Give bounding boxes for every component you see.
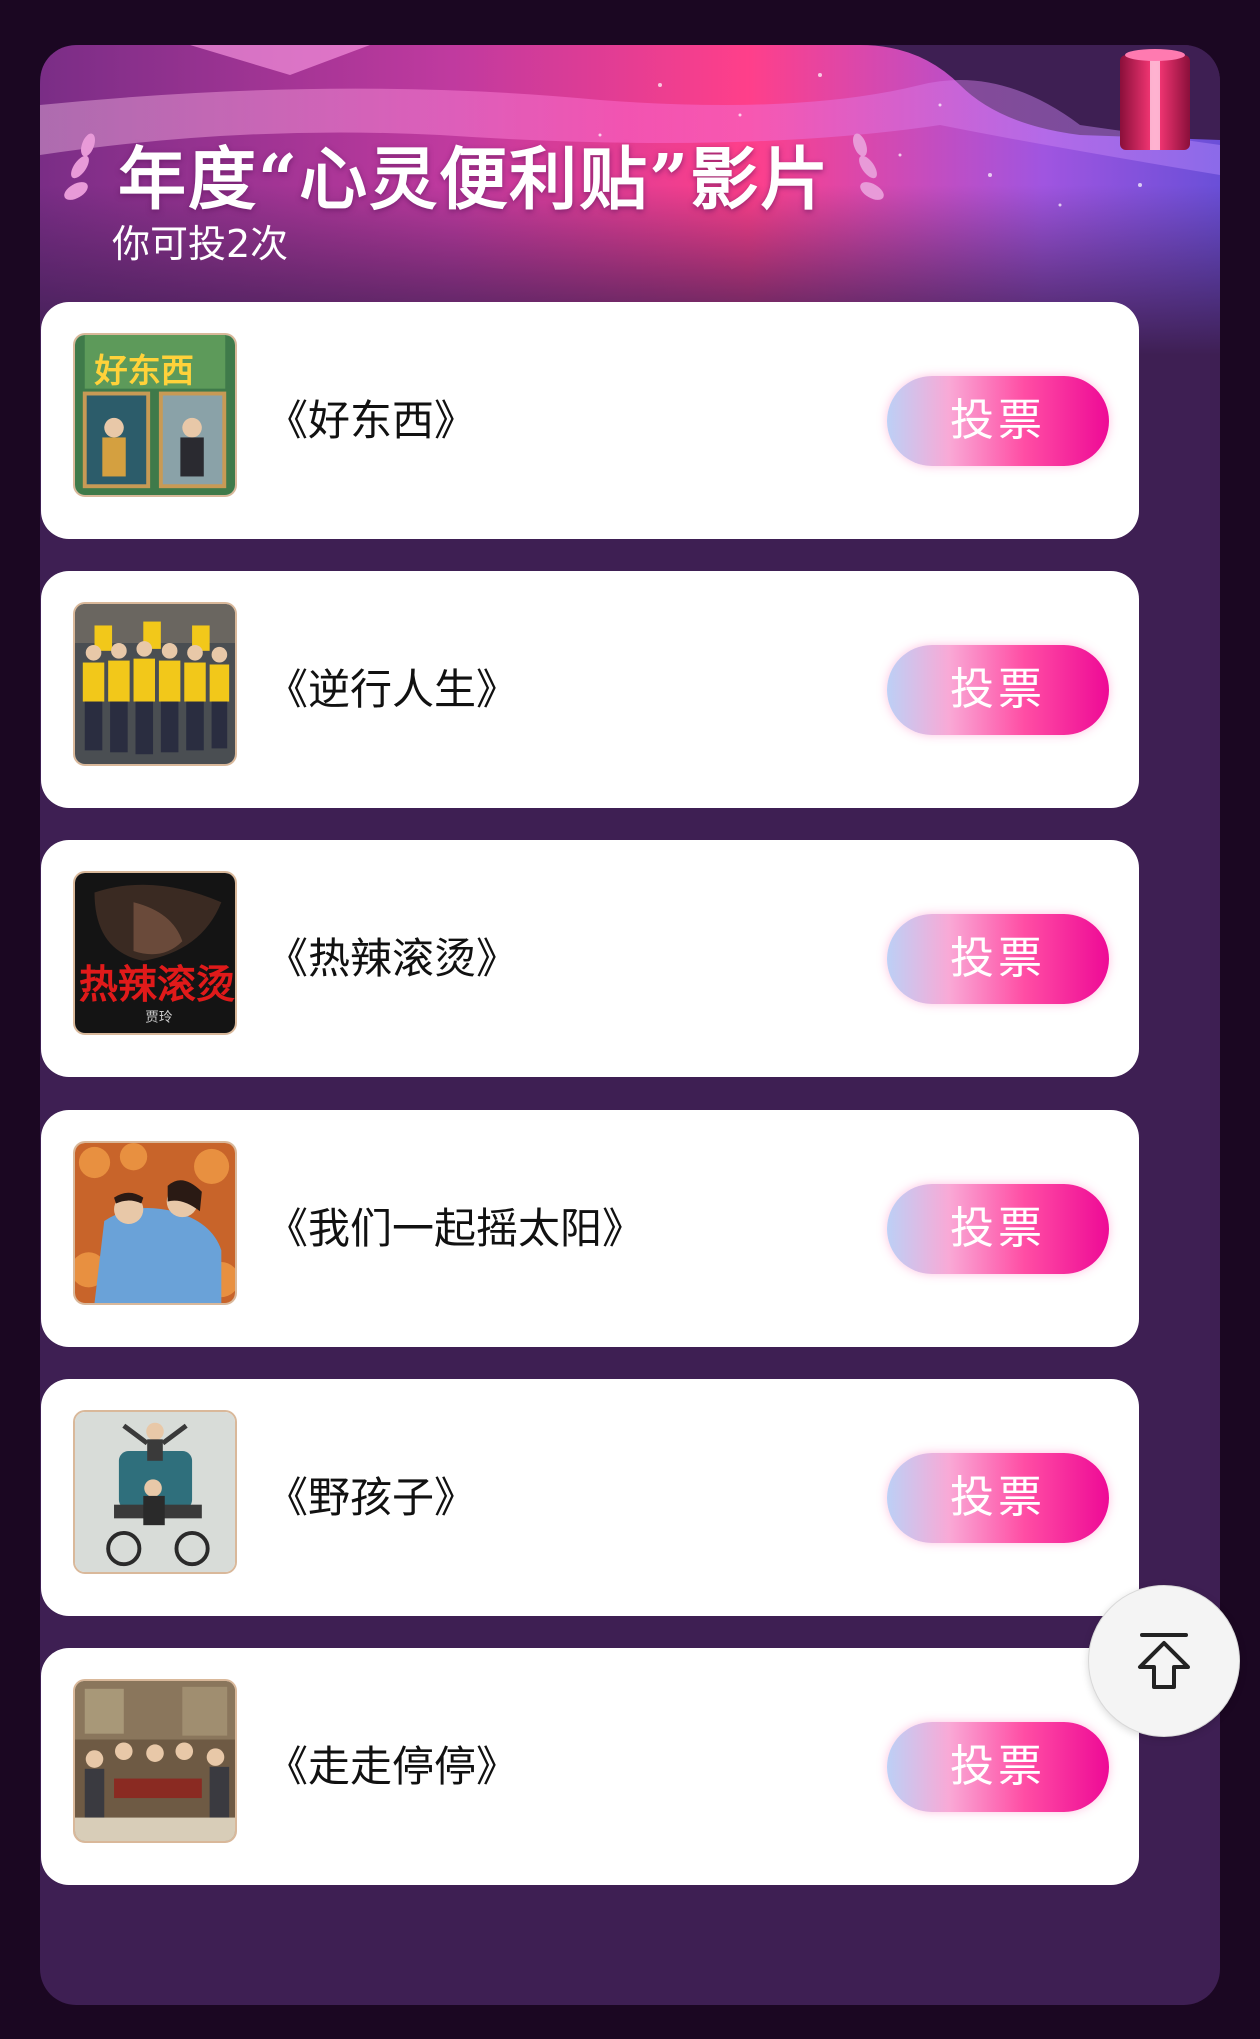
vote-button[interactable]: 投票: [887, 1722, 1109, 1812]
movie-poster: 热辣滚烫 贾玲: [73, 871, 237, 1035]
movie-title: 《野孩子》: [266, 1473, 477, 1522]
movie-title: 《我们一起摇太阳》: [266, 1204, 645, 1253]
page-title: 年度“心灵便利贴”影片: [118, 139, 831, 220]
poster-wo-men-yi-qi-yao-tai-yang-icon: [75, 1143, 235, 1303]
movie-poster: [73, 1141, 237, 1305]
poster-re-la-gun-tang-icon: 热辣滚烫 贾玲: [75, 873, 235, 1033]
vote-button[interactable]: 投票: [887, 1453, 1109, 1543]
laurel-left-icon: [64, 133, 95, 200]
movie-card: 《野孩子》 投票: [41, 1379, 1139, 1616]
movie-card: 《我们一起摇太阳》 投票: [41, 1110, 1139, 1347]
poster-hao-dong-xi-icon: 好东西: [75, 335, 235, 495]
poster-ni-xing-ren-sheng-icon: [75, 604, 235, 764]
movie-title: 《逆行人生》: [266, 665, 519, 714]
svg-text:热辣滚烫: 热辣滚烫: [79, 962, 235, 1008]
poster-zou-zou-ting-ting-icon: [75, 1681, 235, 1841]
movie-card: 热辣滚烫 贾玲 《热辣滚烫》 投票: [41, 840, 1139, 1077]
vote-button[interactable]: 投票: [887, 914, 1109, 1004]
header-title-row: 年度“心灵便利贴”影片: [58, 123, 890, 223]
movie-card: 好东西 《好东西》 投票: [41, 302, 1139, 539]
movie-card: 《逆行人生》 投票: [41, 571, 1139, 808]
svg-text:好东西: 好东西: [94, 351, 194, 390]
vote-button[interactable]: 投票: [887, 1184, 1109, 1274]
movie-title: 《好东西》: [266, 396, 477, 445]
movie-poster: [73, 602, 237, 766]
arrow-up-icon: [1138, 1633, 1190, 1689]
movie-poster: 好东西: [73, 333, 237, 497]
movie-title: 《热辣滚烫》: [266, 934, 519, 983]
movie-title: 《走走停停》: [266, 1742, 519, 1791]
movie-card: 《走走停停》 投票: [41, 1648, 1139, 1885]
movie-poster: [73, 1679, 237, 1843]
vote-count-hint: 你可投2次: [112, 222, 289, 266]
movie-poster: [73, 1410, 237, 1574]
scroll-to-top-button[interactable]: [1088, 1585, 1240, 1737]
vote-button[interactable]: 投票: [887, 645, 1109, 735]
gift-box-icon: [1120, 49, 1190, 150]
poster-ye-hai-zi-icon: [75, 1412, 235, 1572]
vote-button[interactable]: 投票: [887, 376, 1109, 466]
laurel-right-icon: [853, 133, 885, 200]
svg-text:贾玲: 贾玲: [145, 1009, 173, 1025]
